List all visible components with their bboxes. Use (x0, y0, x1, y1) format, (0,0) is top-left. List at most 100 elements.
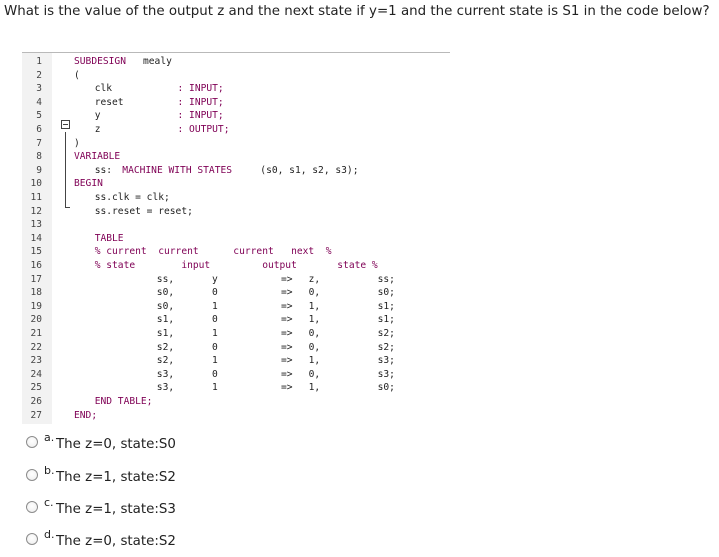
code-token: ss: (94, 164, 113, 176)
code-token: z (94, 124, 101, 135)
line-number: 8 (36, 151, 42, 163)
code-token: y (212, 273, 218, 285)
option-b-radio[interactable] (26, 469, 38, 481)
line-number: 16 (30, 260, 42, 271)
option-c-radio[interactable] (26, 501, 38, 513)
code-token: => (281, 368, 293, 380)
line-number: 10 (30, 178, 42, 190)
line-number: 25 (30, 382, 42, 394)
code-line: 14 TABLE (22, 232, 450, 246)
option-c-text[interactable]: The z=1, state:S3 (56, 502, 176, 517)
code-token: s0; (377, 382, 395, 394)
code-token: ss.reset = reset; (94, 205, 193, 217)
code-token: => (281, 314, 293, 326)
line-number: 15 (30, 246, 42, 258)
line-number: 20 (30, 314, 42, 326)
code-token: 0 (212, 341, 218, 353)
code-keyword: END; (74, 409, 98, 421)
code-line: 18 s0, 0 => 0, s0; (22, 286, 450, 300)
code-token: z, (308, 273, 321, 285)
code-token: 1 (212, 355, 218, 367)
option-b-letter: b. (44, 464, 55, 477)
code-line: 8 VARIABLE (22, 150, 450, 164)
code-block: 1 SUBDESIGN mealy 2(3 clk: INPUT; 4 reset: INP… (22, 52, 450, 424)
code-token: reset (94, 96, 124, 108)
code-line: 10 BEGIN (22, 177, 450, 191)
code-token: ( (74, 69, 80, 81)
code-token: => (281, 300, 293, 312)
option-d-radio[interactable] (26, 533, 38, 545)
code-line: 16 % state input output state % (22, 259, 450, 273)
code-token: s2, (156, 355, 175, 367)
code-token: 0 (212, 368, 218, 380)
line-number: 27 (30, 409, 42, 421)
line-number: 18 (30, 287, 42, 299)
code-token: s0, (156, 300, 175, 312)
option-d-letter: d. (44, 528, 55, 541)
code-token: 0, (308, 368, 321, 380)
code-token: => (281, 382, 293, 394)
code-line: 11 ss.clk = clk; (22, 191, 450, 205)
code-token: ss; (377, 273, 395, 285)
line-number: 17 (30, 273, 42, 285)
code-token: (s0, s1, s2, s3); (260, 164, 359, 176)
code-token: ) (74, 137, 80, 149)
code-token: 0, (308, 341, 321, 353)
option-d-text[interactable]: The z=0, state:S2 (56, 534, 176, 549)
code-token: 1 (212, 328, 218, 339)
line-number: 5 (36, 110, 42, 122)
line-number: 19 (30, 300, 42, 312)
line-number: 11 (30, 192, 42, 203)
code-token: 1, (308, 314, 321, 326)
code-line: 22 s2, 0 => 0, s2; (22, 341, 450, 355)
code-token: s3, (156, 382, 175, 394)
option-b-text[interactable]: The z=1, state:S2 (56, 470, 176, 485)
code-token: 0 (212, 314, 218, 326)
line-number: 2 (36, 69, 42, 81)
code-token: => (281, 355, 293, 367)
code-token: s1; (377, 314, 395, 326)
line-number: 21 (30, 328, 42, 339)
code-line: 6 z: OUTPUT; (22, 123, 450, 137)
code-keyword: : OUTPUT; (177, 124, 230, 135)
code-keyword: MACHINE WITH STATES (122, 164, 233, 176)
code-token: => (281, 273, 293, 285)
line-number: 26 (30, 396, 42, 407)
code-token: ss, (156, 273, 175, 285)
code-keyword: : INPUT; (177, 83, 224, 95)
code-keyword: BEGIN (74, 178, 103, 190)
code-line: 9 ss: MACHINE WITH STATES (s0, s1, s2, s3); (22, 164, 450, 178)
line-number: 7 (36, 137, 42, 149)
code-line: 1 SUBDESIGN mealy (22, 55, 450, 69)
code-line: 24 s3, 0 => 0, s3; (22, 368, 450, 382)
option-c-letter: c. (44, 496, 54, 509)
line-number: 23 (30, 355, 42, 367)
code-token: 1, (308, 382, 321, 394)
code-token: => (281, 328, 293, 339)
code-line: 17 ss, y => z, ss; (22, 273, 450, 287)
line-number: 12 (30, 205, 42, 217)
code-keyword: : INPUT; (177, 110, 224, 122)
code-token: ss.clk = clk; (94, 192, 170, 203)
code-line: 7) (22, 137, 450, 151)
code-token: 1, (308, 300, 321, 312)
code-line: 25 s3, 1 => 1, s0; (22, 381, 450, 395)
code-line: 20 s1, 0 => 1, s1; (22, 313, 450, 327)
code-keyword: % current current current next % (94, 246, 332, 258)
code-token: s1, (156, 314, 175, 326)
code-line: 4 reset: INPUT; (22, 96, 450, 110)
line-number: 4 (36, 96, 42, 108)
option-a-radio[interactable] (26, 436, 38, 448)
code-line: 2( (22, 69, 450, 83)
line-number: 14 (30, 232, 42, 244)
code-token: s2; (377, 341, 395, 353)
option-a-text[interactable]: The z=0, state:S0 (56, 437, 176, 452)
code-line: 12 ss.reset = reset; (22, 205, 450, 219)
code-token: clk (94, 83, 113, 95)
code-token: 1 (212, 382, 218, 394)
code-line: 19 s0, 1 => 1, s1; (22, 300, 450, 314)
code-line: 3 clk: INPUT; (22, 82, 450, 96)
code-keyword: VARIABLE (74, 151, 121, 163)
code-token: => (281, 287, 293, 299)
code-keyword: END TABLE; (94, 396, 153, 407)
